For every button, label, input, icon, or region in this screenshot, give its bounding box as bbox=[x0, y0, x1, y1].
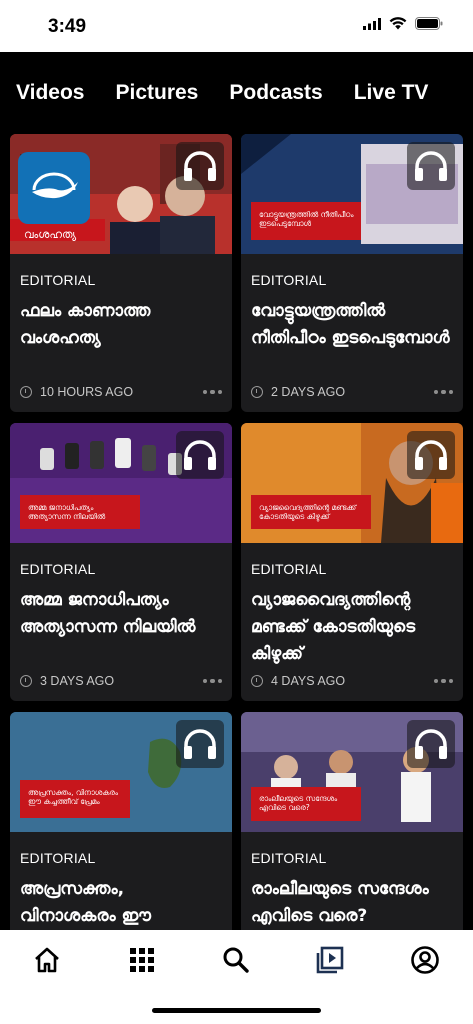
headphones-icon bbox=[176, 431, 224, 479]
podcast-card[interactable]: അപ്രസക്തം, വിനാശകരം ഈ കച്ചത്തീവ് പ്രേമം … bbox=[10, 712, 232, 930]
thumbnail-caption: വോട്ടുയന്ത്രത്തിൽ നീതിപീഠം ഇടപെടുമ്പോൾ bbox=[255, 208, 359, 236]
card-meta: 10 HOURS AGO bbox=[20, 385, 222, 399]
card-title[interactable]: അമ്മ ജനാധിപത്യം അത്യാസന്ന നിലയിൽ bbox=[20, 587, 222, 641]
card-category: EDITORIAL bbox=[20, 850, 96, 866]
podcast-feed[interactable]: വംശഹത്യ EDITORIAL ഫലം കാണാത്ത വംശഹത്യ 10… bbox=[0, 134, 473, 930]
more-options-icon[interactable] bbox=[202, 389, 222, 395]
more-options-icon[interactable] bbox=[433, 678, 453, 684]
wifi-icon bbox=[389, 17, 407, 35]
headphones-icon bbox=[407, 720, 455, 768]
grid-icon[interactable] bbox=[124, 942, 160, 978]
card-title[interactable]: വോട്ടുയന്ത്രത്തിൽ നീതിപീഠം ഇടപെടുമ്പോൾ bbox=[251, 298, 453, 352]
profile-icon[interactable] bbox=[407, 942, 443, 978]
podcast-card[interactable]: വംശഹത്യ EDITORIAL ഫലം കാണാത്ത വംശഹത്യ 10… bbox=[10, 134, 232, 412]
card-category: EDITORIAL bbox=[251, 561, 327, 577]
headphones-icon bbox=[407, 142, 455, 190]
card-category: EDITORIAL bbox=[20, 272, 96, 288]
card-thumbnail: വ്യാജവൈദ്യത്തിന്റെ മണ്ടക്ക് കോടതിയുടെ കി… bbox=[241, 423, 463, 543]
podcast-card[interactable]: വ്യാജവൈദ്യത്തിന്റെ മണ്ടക്ക് കോടതിയുടെ കി… bbox=[241, 423, 463, 701]
tab-podcasts[interactable]: Podcasts bbox=[229, 81, 322, 105]
tab-live-tv[interactable]: Live TV bbox=[354, 81, 429, 105]
thumbnail-caption: വ്യാജവൈദ്യത്തിന്റെ മണ്ടക്ക് കോടതിയുടെ കി… bbox=[255, 501, 369, 527]
headphones-icon bbox=[407, 431, 455, 479]
status-icons bbox=[363, 17, 443, 35]
thumbnail-caption: രാംലീലയുടെ സന്ദേശം എവിടെ വരെ? bbox=[255, 792, 359, 818]
more-options-icon[interactable] bbox=[433, 389, 453, 395]
home-icon[interactable] bbox=[29, 942, 65, 978]
signal-icon bbox=[363, 17, 381, 35]
more-options-icon[interactable] bbox=[202, 678, 222, 684]
logo-icon bbox=[32, 172, 78, 199]
search-icon[interactable] bbox=[218, 942, 254, 978]
card-title[interactable]: അപ്രസക്തം, വിനാശകരം ഈ കച്ചത്തീവ് പ്രേമം bbox=[20, 876, 222, 930]
card-title[interactable]: ഫലം കാണാത്ത വംശഹത്യ bbox=[20, 298, 222, 352]
status-bar: 3:49 bbox=[0, 0, 473, 52]
thumbnail-caption: വംശഹത്യ bbox=[24, 228, 77, 241]
card-category: EDITORIAL bbox=[251, 850, 327, 866]
section-tabs: Videos Pictures Podcasts Live TV bbox=[0, 52, 473, 134]
card-title[interactable]: രാംലീലയുടെ സന്ദേശം എവിടെ വരെ? bbox=[251, 876, 453, 930]
card-grid: വംശഹത്യ EDITORIAL ഫലം കാണാത്ത വംശഹത്യ 10… bbox=[10, 134, 463, 930]
card-thumbnail: വോട്ടുയന്ത്രത്തിൽ നീതിപീഠം ഇടപെടുമ്പോൾ bbox=[241, 134, 463, 254]
tab-videos[interactable]: Videos bbox=[16, 81, 84, 105]
card-meta: 2 DAYS AGO bbox=[251, 385, 453, 399]
card-meta: 4 DAYS AGO bbox=[251, 674, 453, 688]
tab-pictures[interactable]: Pictures bbox=[115, 81, 198, 105]
podcast-card[interactable]: അമ്മ ജനാധിപത്യം അത്യാസന്ന നിലയിൽ EDITORI… bbox=[10, 423, 232, 701]
card-category: EDITORIAL bbox=[251, 272, 327, 288]
podcast-card[interactable]: വോട്ടുയന്ത്രത്തിൽ നീതിപീഠം ഇടപെടുമ്പോൾ E… bbox=[241, 134, 463, 412]
thumbnail-caption: അമ്മ ജനാധിപത്യം അത്യാസന്ന നിലയിൽ bbox=[24, 501, 138, 527]
card-thumbnail: വംശഹത്യ bbox=[10, 134, 232, 254]
podcast-card[interactable]: രാംലീലയുടെ സന്ദേശം എവിടെ വരെ? EDITORIAL … bbox=[241, 712, 463, 930]
status-time: 3:49 bbox=[48, 16, 87, 37]
clock-icon bbox=[20, 675, 32, 687]
app-logo bbox=[18, 152, 90, 224]
card-thumbnail: അമ്മ ജനാധിപത്യം അത്യാസന്ന നിലയിൽ bbox=[10, 423, 232, 543]
clock-icon bbox=[20, 386, 32, 398]
card-time: 4 DAYS AGO bbox=[271, 674, 346, 688]
card-time: 2 DAYS AGO bbox=[271, 385, 346, 399]
battery-icon bbox=[415, 17, 443, 35]
video-library-icon[interactable] bbox=[312, 942, 348, 978]
clock-icon bbox=[251, 675, 263, 687]
thumbnail-caption: അപ്രസക്തം, വിനാശകരം ഈ കച്ചത്തീവ് പ്രേമം bbox=[24, 786, 128, 814]
card-category: EDITORIAL bbox=[20, 561, 96, 577]
headphones-icon bbox=[176, 720, 224, 768]
card-time: 3 DAYS AGO bbox=[40, 674, 115, 688]
headphones-icon bbox=[176, 142, 224, 190]
clock-icon bbox=[251, 386, 263, 398]
card-meta: 3 DAYS AGO bbox=[20, 674, 222, 688]
home-indicator bbox=[152, 1008, 321, 1013]
card-time: 10 HOURS AGO bbox=[40, 385, 134, 399]
card-thumbnail: അപ്രസക്തം, വിനാശകരം ഈ കച്ചത്തീവ് പ്രേമം bbox=[10, 712, 232, 832]
card-thumbnail: രാംലീലയുടെ സന്ദേശം എവിടെ വരെ? bbox=[241, 712, 463, 832]
card-title[interactable]: വ്യാജവൈദ്യത്തിന്റെ മണ്ടക്ക് കോടതിയുടെ കി… bbox=[251, 587, 453, 668]
